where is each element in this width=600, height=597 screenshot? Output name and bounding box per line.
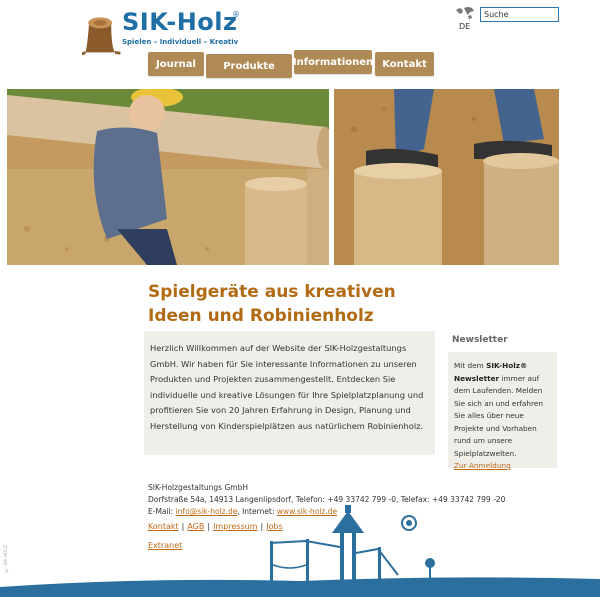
headline-line-2: Ideen und Robinienholz [148, 306, 374, 326]
footer-playground-illustration [0, 505, 600, 597]
newsletter-text-suffix: immer auf dem Laufenden. Melden Sie sich… [454, 373, 543, 458]
page-headline: Spielgeräte aus kreativen Ideen und Robi… [148, 280, 396, 328]
search-input[interactable] [480, 7, 559, 22]
welcome-box: Herzlich Willkommen auf der Website der … [144, 331, 435, 455]
logo-stump-icon[interactable] [82, 10, 122, 56]
tab-kontakt-label: Kontakt [382, 58, 427, 70]
tab-journal[interactable]: Journal [148, 52, 204, 76]
welcome-text: Herzlich Willkommen auf der Website der … [150, 343, 424, 431]
logo-title[interactable]: SIK-Holz [122, 8, 237, 36]
tab-informationen[interactable]: Informationen [292, 50, 374, 74]
hero-photo-balance [334, 89, 559, 265]
tab-kontakt[interactable]: Kontakt [375, 52, 434, 76]
newsletter-heading: Newsletter [452, 335, 508, 345]
headline-line-1: Spielgeräte aus kreativen [148, 282, 396, 302]
newsletter-text-prefix: Mit dem [454, 361, 487, 370]
company-name: SIK-Holzgestaltungs GmbH [148, 483, 248, 492]
tab-produkte-label: Produkte [223, 60, 275, 72]
tab-produkte[interactable]: Produkte [206, 54, 292, 78]
logo-registered: ® [232, 10, 240, 19]
newsletter-box: Mit dem SIK-Holz® Newsletter immer auf d… [448, 352, 557, 470]
hero-photo-child [7, 89, 329, 265]
tab-informationen-label: Informationen [292, 56, 374, 68]
tab-journal-label: Journal [156, 58, 196, 70]
world-map-icon[interactable] [454, 6, 476, 20]
language-selector[interactable]: DE [459, 22, 470, 31]
logo-tagline: Spielen – Individuell – Kreativ [122, 38, 239, 46]
newsletter-signup-link[interactable]: Zur Anmeldung [454, 461, 511, 470]
